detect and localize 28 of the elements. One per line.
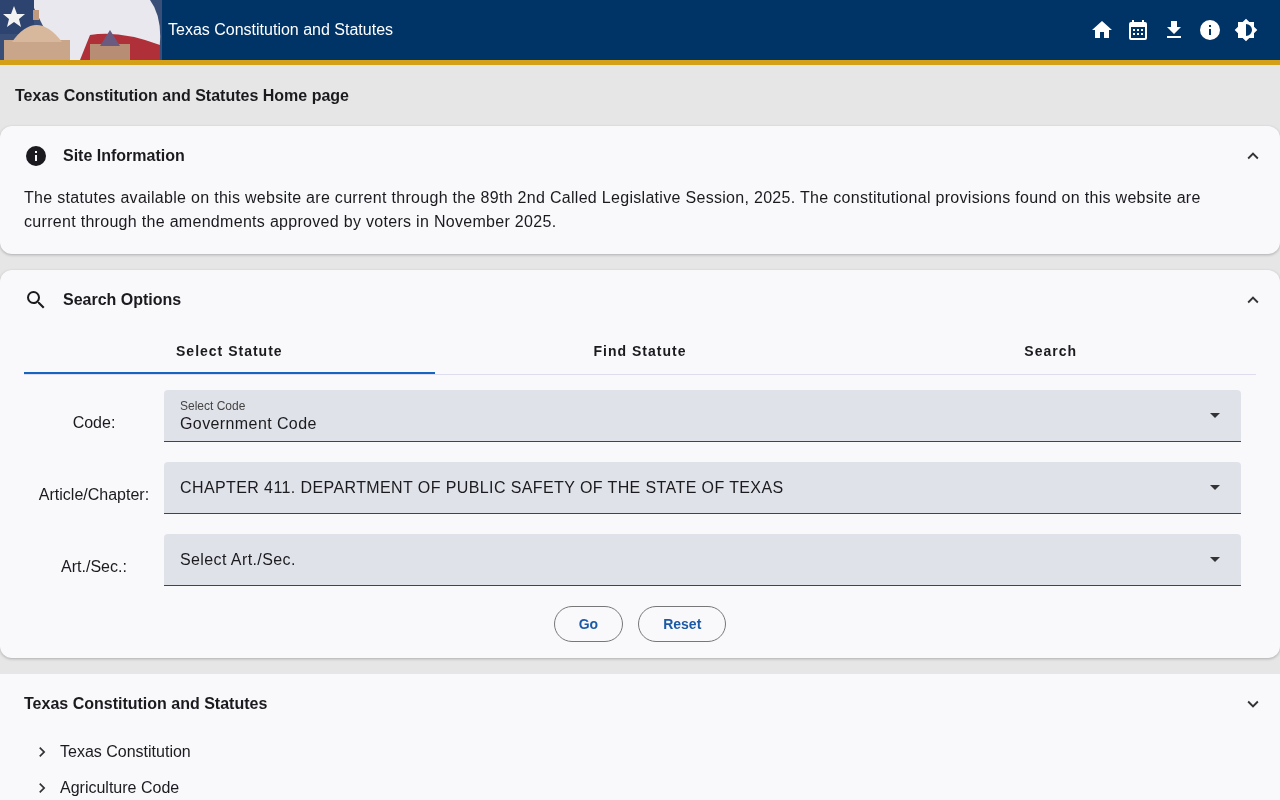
field-label: Article/Chapter:	[37, 485, 151, 505]
brightness-icon[interactable]	[1234, 18, 1258, 42]
tree-item[interactable]: Agriculture Code	[60, 779, 180, 797]
selected-value: CHAPTER 411. DEPARTMENT OF PUBLIC SAFETY OF THE STATE OF TEXAS	[180, 478, 785, 497]
selected-value: Government Code	[180, 414, 318, 433]
page-title: Texas Constitution and Statutes Home page	[14, 86, 350, 106]
info-text: The statutes available on this website are current through the 89th 2nd Called Legislative Session, 2025. The constitutional provisions found on this website are current through the amendments approved by voters in November 2025.	[24, 188, 1202, 232]
select-field[interactable]: Select Code Government Code	[164, 390, 1241, 442]
field-label: Art./Sec.:	[60, 557, 128, 577]
panel-title[interactable]: Search Options	[63, 291, 1242, 309]
tab[interactable]: Find Statute	[434, 330, 846, 374]
field-label: Code:	[71, 413, 117, 433]
tree-item[interactable]: Texas Constitution	[60, 743, 191, 761]
select-field[interactable]: CHAPTER 411. DEPARTMENT OF PUBLIC SAFETY OF THE STATE OF TEXAS	[164, 462, 1241, 514]
calendar-icon[interactable]	[1126, 18, 1150, 42]
info-icon	[24, 144, 48, 168]
tab[interactable]: Select Statute	[24, 330, 435, 374]
dropdown-caret-icon	[1210, 557, 1220, 562]
dropdown-caret-icon	[1210, 413, 1220, 418]
info-icon[interactable]	[1198, 18, 1222, 42]
placeholder-text: Select Art./Sec.	[180, 550, 297, 569]
site-title: Texas Constitution and Statutes	[168, 21, 395, 39]
dropdown-caret-icon	[1210, 485, 1220, 490]
panel-title[interactable]: Texas Constitution and Statutes	[24, 695, 1242, 713]
floating-label: Select Code	[180, 398, 247, 413]
panel-title[interactable]: Site Information	[63, 147, 1242, 165]
select-field[interactable]: Select Art./Sec.	[164, 534, 1241, 586]
tab[interactable]: Search	[845, 330, 1256, 374]
